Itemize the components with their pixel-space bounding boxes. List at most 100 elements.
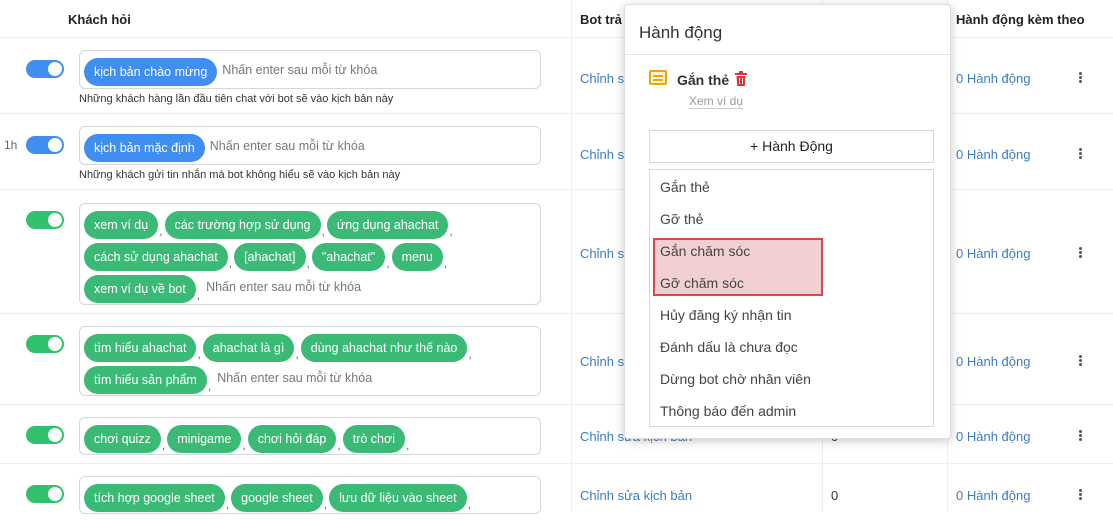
- tag-separator: ,: [196, 288, 201, 302]
- add-action-button[interactable]: + Hành Động: [649, 130, 934, 163]
- enable-toggle[interactable]: [26, 485, 64, 503]
- tag-separator: ,: [323, 497, 328, 511]
- header-bot-reply: Bot trả: [580, 12, 622, 27]
- table-row: tích hợp google sheet, google sheet, lưu d…: [0, 464, 1113, 524]
- keyword-input-box[interactable]: kịch bản mặc định Nhấn enter sau mỗi từ k…: [79, 126, 541, 165]
- actions-link[interactable]: 0 Hành động: [956, 147, 1030, 162]
- keyword-tag[interactable]: tìm hiểu ahachat,: [84, 330, 203, 362]
- keyword-input-box[interactable]: kịch bản chào mừng Nhấn enter sau mỗi từ …: [79, 50, 541, 89]
- action-menu: Gắn thẻ Gỡ thẻ Gắn chăm sóc Gỡ chăm sóc …: [649, 169, 934, 427]
- keyword-tag-label: ứng dụng ahachat: [326, 211, 449, 239]
- keyword-tags: kịch bản chào mừng Nhấn enter sau mỗi từ …: [84, 54, 536, 86]
- keyword-tag-label: cách sử dụng ahachat: [84, 243, 228, 271]
- tag-separator: ,: [225, 497, 230, 511]
- more-menu-icon[interactable]: [1078, 489, 1082, 503]
- tag-separator: ,: [321, 224, 325, 238]
- keyword-tags: tích hợp google sheet, google sheet, lưu d…: [84, 480, 536, 513]
- actions-popup: Hành động Gắn thẻ Xem ví dụ + Hành Động …: [624, 4, 951, 439]
- keyword-tag[interactable]: chơi hỏi đáp,: [247, 421, 343, 453]
- enable-toggle[interactable]: [26, 335, 64, 353]
- keyword-tag-label: dùng ahachat như thế nào: [300, 334, 468, 362]
- row-note: Những khách hàng lần đầu tiên chat với b…: [79, 93, 394, 105]
- actions-link[interactable]: 0 Hành động: [956, 246, 1030, 261]
- more-menu-icon[interactable]: [1078, 72, 1082, 86]
- keyword-tag-label: chơi hỏi đáp: [247, 425, 337, 453]
- keyword-tags: xem ví dụ, các trường hợp sử dụng, ứng dụn…: [84, 207, 536, 303]
- keyword-tag-label: tích hợp google sheet: [84, 484, 225, 512]
- menu-item-notify-admin[interactable]: Thông báo đến admin: [660, 403, 796, 419]
- keyword-tag[interactable]: chơi quizz,: [84, 421, 167, 453]
- tag-separator: ,: [159, 224, 163, 238]
- menu-item-pause-bot[interactable]: Dừng bot chờ nhân viên: [660, 371, 811, 387]
- menu-item-remove-tag[interactable]: Gỡ thẻ: [660, 211, 703, 227]
- row-time: 1h: [4, 138, 18, 152]
- menu-item-add-care[interactable]: Gắn chăm sóc: [660, 243, 750, 259]
- popup-divider: [625, 54, 950, 55]
- keyword-tag[interactable]: kịch bản mặc định: [84, 130, 206, 162]
- keyword-tag[interactable]: tìm hiểu sản phẩm,: [84, 362, 213, 394]
- more-menu-icon[interactable]: [1078, 247, 1082, 261]
- enable-toggle[interactable]: [26, 426, 64, 444]
- keyword-tag[interactable]: tích hợp google sheet,: [84, 480, 231, 512]
- tag-separator: ,: [242, 438, 246, 452]
- trigger-count: 0: [831, 488, 839, 503]
- actions-link[interactable]: 0 Hành động: [956, 354, 1030, 369]
- menu-item-unsubscribe[interactable]: Hủy đăng ký nhận tin: [660, 307, 792, 323]
- keyword-tag-label: kịch bản mặc định: [84, 134, 205, 162]
- enable-toggle[interactable]: [26, 211, 64, 229]
- tag-separator: ,: [306, 256, 310, 270]
- edit-script-link[interactable]: Chỉnh sửa kịch bản: [580, 488, 692, 503]
- menu-item-remove-care[interactable]: Gỡ chăm sóc: [660, 275, 744, 291]
- keyword-tag[interactable]: xem ví dụ,: [84, 207, 165, 239]
- keyword-tag-label: kịch bản chào mừng: [84, 58, 218, 86]
- tag-separator: ,: [295, 347, 299, 361]
- keyword-input-box[interactable]: xem ví dụ, các trường hợp sử dụng, ứng dụn…: [79, 203, 541, 305]
- keyword-tag[interactable]: kịch bản chào mừng: [84, 54, 218, 86]
- popup-title: Hành động: [639, 23, 723, 42]
- keyword-tag[interactable]: cách sử dụng ahachat,: [84, 239, 234, 271]
- keyword-placeholder: Nhấn enter sau: [84, 512, 173, 513]
- keyword-input-box[interactable]: chơi quizz, minigame, chơi hỏi đáp, trò chơ…: [79, 417, 541, 455]
- keyword-tag[interactable]: "ahachat",: [311, 239, 392, 271]
- menu-item-add-tag[interactable]: Gắn thẻ: [660, 179, 710, 195]
- tag-separator: ,: [228, 256, 233, 270]
- actions-link[interactable]: 0 Hành động: [956, 429, 1030, 444]
- keyword-tag[interactable]: google sheet,: [231, 480, 329, 512]
- menu-item-mark-unread[interactable]: Đánh dấu là chưa đọc: [660, 339, 798, 355]
- keyword-tag[interactable]: ứng dụng ahachat,: [326, 207, 455, 239]
- keyword-tag-label: menu: [391, 243, 443, 271]
- more-menu-icon[interactable]: [1078, 355, 1082, 369]
- tag-separator: ,: [443, 256, 448, 270]
- tag-separator: ,: [207, 379, 212, 393]
- trash-icon[interactable]: [735, 71, 747, 86]
- keyword-input-box[interactable]: tìm hiểu ahachat, ahachat là gì, dùng ahac…: [79, 326, 541, 396]
- tag-list-icon: [649, 70, 667, 85]
- keyword-tag[interactable]: các trường hợp sử dụng,: [164, 207, 327, 239]
- enable-toggle[interactable]: [26, 60, 64, 78]
- keyword-tag-label: ahachat là gì: [202, 334, 295, 362]
- keyword-tags: tìm hiểu ahachat, ahachat là gì, dùng ahac…: [84, 330, 536, 394]
- keyword-tag-label: xem ví dụ: [84, 211, 159, 239]
- keyword-tag[interactable]: [ahachat],: [234, 239, 312, 271]
- keyword-input-box[interactable]: tích hợp google sheet, google sheet, lưu d…: [79, 476, 541, 514]
- keyword-tag-label: "ahachat": [311, 243, 386, 271]
- keyword-tags: chơi quizz, minigame, chơi hỏi đáp, trò chơ…: [84, 421, 536, 454]
- keyword-tag[interactable]: menu,: [391, 239, 450, 271]
- actions-link[interactable]: 0 Hành động: [956, 488, 1030, 503]
- more-menu-icon[interactable]: [1078, 148, 1082, 162]
- keyword-tag[interactable]: ahachat là gì,: [202, 330, 301, 362]
- keyword-tag[interactable]: minigame,: [167, 421, 248, 453]
- more-menu-icon[interactable]: [1078, 430, 1082, 444]
- actions-link[interactable]: 0 Hành động: [956, 71, 1030, 86]
- keyword-tag-label: các trường hợp sử dụng: [164, 211, 321, 239]
- tag-separator: ,: [337, 438, 341, 452]
- example-link[interactable]: Xem ví dụ: [689, 94, 744, 109]
- current-action-label: Gắn thẻ: [677, 72, 730, 88]
- keyword-tag[interactable]: trò chơi,: [342, 421, 412, 453]
- enable-toggle[interactable]: [26, 136, 64, 154]
- keyword-tag[interactable]: lưu dữ liệu vào sheet,: [329, 480, 473, 512]
- keyword-tag[interactable]: xem ví dụ về bot,: [84, 271, 202, 303]
- tag-separator: ,: [468, 347, 472, 361]
- keyword-tag-label: minigame: [167, 425, 242, 453]
- keyword-tag[interactable]: dùng ahachat như thế nào,: [300, 330, 474, 362]
